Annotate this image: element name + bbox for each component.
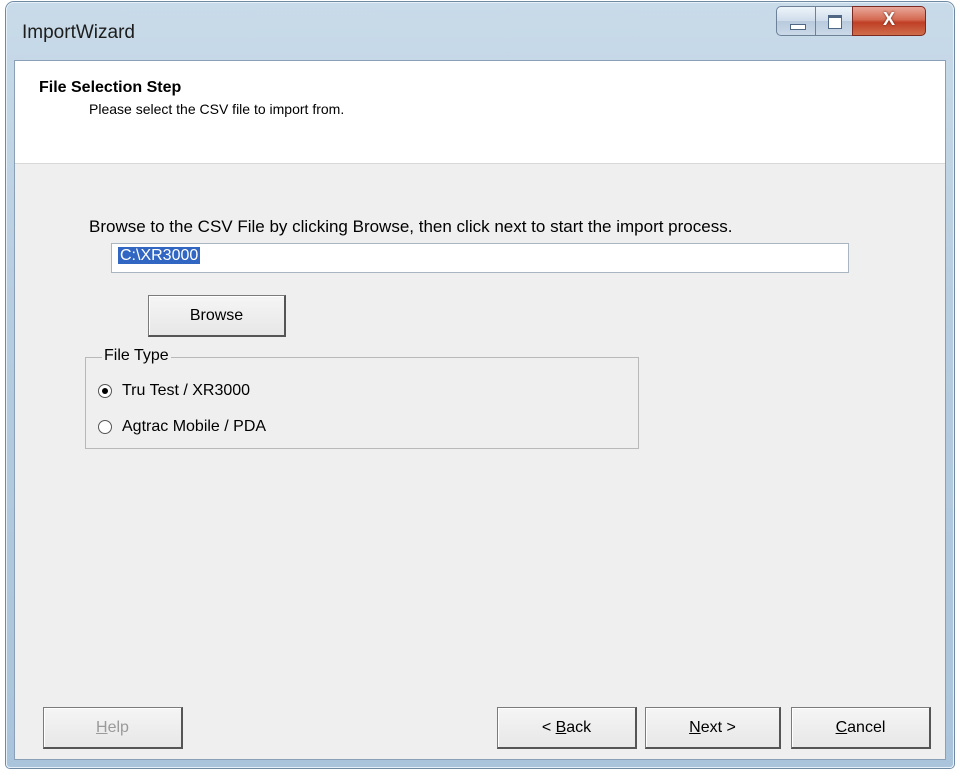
next-label-rest: ext > <box>700 719 736 736</box>
wizard-header: File Selection Step Please select the CS… <box>15 61 945 164</box>
cancel-button[interactable]: Cancel <box>791 707 931 749</box>
window-title: ImportWizard <box>22 22 135 43</box>
back-label-rest: ack <box>566 719 592 736</box>
cancel-label-rest: ancel <box>847 719 886 736</box>
help-button[interactable]: Help <box>43 707 183 749</box>
maximize-icon <box>828 15 842 29</box>
csv-path-input[interactable]: C:\XR3000 <box>111 243 849 273</box>
close-button[interactable]: X <box>852 6 926 36</box>
minimize-icon <box>790 24 806 30</box>
title-bar[interactable]: ImportWizard X <box>6 2 954 60</box>
step-description: Please select the CSV file to import fro… <box>89 101 345 117</box>
back-button[interactable]: < Back <box>497 707 637 749</box>
instruction-text: Browse to the CSV File by clicking Brows… <box>89 217 733 236</box>
file-type-group: File Type Tru Test / XR3000 Agtrac Mobil… <box>85 347 639 449</box>
minimize-button[interactable] <box>776 6 816 36</box>
step-title: File Selection Step <box>39 79 182 96</box>
help-mnemonic: H <box>96 719 108 736</box>
radio-agtrac-label: Agtrac Mobile / PDA <box>122 418 267 435</box>
radio-tru-test-label: Tru Test / XR3000 <box>122 382 251 399</box>
maximize-button[interactable] <box>815 6 853 36</box>
close-icon: X <box>882 9 895 29</box>
wizard-client-area: File Selection Step Please select the CS… <box>14 60 946 760</box>
file-type-legend: File Type <box>102 347 171 365</box>
browse-button[interactable]: Browse <box>148 295 286 337</box>
cancel-mnemonic: C <box>835 719 848 736</box>
radio-tru-test[interactable]: Tru Test / XR3000 <box>98 382 250 400</box>
help-label-rest: elp <box>107 719 129 736</box>
import-wizard-window: ImportWizard X File Selection Step Pleas… <box>6 2 954 768</box>
radio-agtrac[interactable]: Agtrac Mobile / PDA <box>98 418 266 436</box>
back-mnemonic: B <box>555 719 567 736</box>
radio-unchecked-icon[interactable] <box>98 420 112 434</box>
next-button[interactable]: Next > <box>645 707 781 749</box>
back-prefix: < <box>541 719 556 736</box>
next-mnemonic: N <box>689 719 701 736</box>
csv-path-value: C:\XR3000 <box>118 247 201 264</box>
radio-checked-icon[interactable] <box>98 384 112 398</box>
